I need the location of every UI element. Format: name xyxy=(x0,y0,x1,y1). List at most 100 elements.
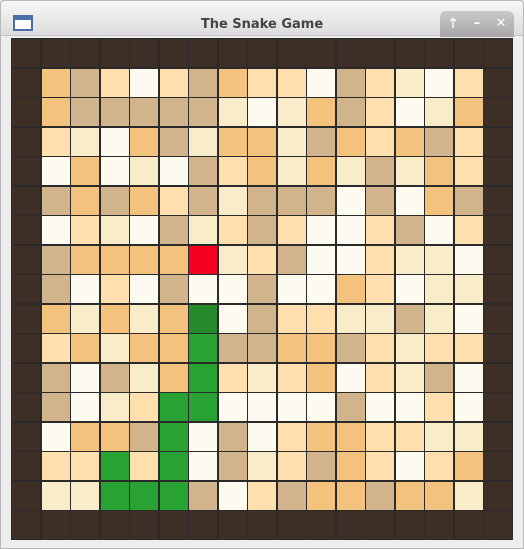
wall-cell xyxy=(394,510,425,541)
floor-cell xyxy=(247,97,278,128)
floor-cell xyxy=(158,126,189,157)
floor-cell xyxy=(394,362,425,393)
floor-cell xyxy=(188,480,219,511)
floor-cell xyxy=(70,185,101,216)
wall-cell xyxy=(483,97,514,128)
floor-cell xyxy=(158,362,189,393)
wall-cell xyxy=(483,156,514,187)
floor-cell xyxy=(394,156,425,187)
floor-cell xyxy=(217,362,248,393)
floor-cell xyxy=(40,97,71,128)
floor-cell xyxy=(158,303,189,334)
floor-cell xyxy=(365,126,396,157)
floor-cell xyxy=(276,67,307,98)
floor-cell xyxy=(217,215,248,246)
floor-cell xyxy=(70,451,101,482)
floor-cell xyxy=(424,156,455,187)
floor-cell xyxy=(247,333,278,364)
floor-cell xyxy=(335,451,366,482)
wall-cell xyxy=(99,38,130,69)
floor-cell xyxy=(188,126,219,157)
floor-cell xyxy=(365,303,396,334)
wall-cell xyxy=(483,67,514,98)
food-cell xyxy=(188,244,219,275)
floor-cell xyxy=(335,333,366,364)
floor-cell xyxy=(129,185,160,216)
floor-cell xyxy=(129,392,160,423)
floor-cell xyxy=(335,303,366,334)
title-bar[interactable]: The Snake Game 🡑 – ✕ xyxy=(1,1,523,37)
floor-cell xyxy=(365,244,396,275)
snake-head-cell xyxy=(188,303,219,334)
floor-cell xyxy=(247,156,278,187)
floor-cell xyxy=(70,480,101,511)
wall-cell xyxy=(483,480,514,511)
floor-cell xyxy=(217,421,248,452)
floor-cell xyxy=(40,185,71,216)
floor-cell xyxy=(70,156,101,187)
floor-cell xyxy=(99,156,130,187)
floor-cell xyxy=(276,97,307,128)
floor-cell xyxy=(129,274,160,305)
floor-cell xyxy=(424,244,455,275)
floor-cell xyxy=(306,362,337,393)
floor-cell xyxy=(217,244,248,275)
floor-cell xyxy=(40,362,71,393)
snake-body-cell xyxy=(158,392,189,423)
wall-cell xyxy=(483,510,514,541)
wall-cell xyxy=(483,244,514,275)
wall-cell xyxy=(453,38,484,69)
floor-cell xyxy=(188,97,219,128)
floor-cell xyxy=(365,421,396,452)
floor-cell xyxy=(335,244,366,275)
floor-cell xyxy=(335,156,366,187)
floor-cell xyxy=(424,215,455,246)
wall-cell xyxy=(483,274,514,305)
floor-cell xyxy=(217,274,248,305)
floor-cell xyxy=(424,333,455,364)
floor-cell xyxy=(365,215,396,246)
floor-cell xyxy=(129,67,160,98)
floor-cell xyxy=(335,362,366,393)
floor-cell xyxy=(217,480,248,511)
floor-cell xyxy=(424,274,455,305)
floor-cell xyxy=(99,333,130,364)
floor-cell xyxy=(247,126,278,157)
wall-cell xyxy=(483,185,514,216)
floor-cell xyxy=(70,392,101,423)
floor-cell xyxy=(40,333,71,364)
floor-cell xyxy=(40,480,71,511)
maximize-icon[interactable]: 🡑 xyxy=(442,13,464,35)
snake-body-cell xyxy=(158,480,189,511)
snake-body-cell xyxy=(188,392,219,423)
floor-cell xyxy=(365,156,396,187)
floor-cell xyxy=(306,97,337,128)
wall-cell xyxy=(11,274,42,305)
floor-cell xyxy=(129,362,160,393)
floor-cell xyxy=(70,333,101,364)
floor-cell xyxy=(424,480,455,511)
wall-cell xyxy=(483,392,514,423)
minimize-icon[interactable]: – xyxy=(466,13,488,35)
floor-cell xyxy=(70,303,101,334)
game-board[interactable] xyxy=(11,38,514,541)
floor-cell xyxy=(70,274,101,305)
wall-cell xyxy=(11,244,42,275)
close-icon[interactable]: ✕ xyxy=(490,13,512,35)
floor-cell xyxy=(335,274,366,305)
floor-cell xyxy=(158,244,189,275)
floor-cell xyxy=(394,303,425,334)
floor-cell xyxy=(217,97,248,128)
floor-cell xyxy=(453,244,484,275)
wall-cell xyxy=(11,185,42,216)
wall-cell xyxy=(335,38,366,69)
window-controls: 🡑 – ✕ xyxy=(440,11,514,37)
floor-cell xyxy=(335,97,366,128)
floor-cell xyxy=(247,244,278,275)
snake-body-cell xyxy=(188,362,219,393)
floor-cell xyxy=(365,480,396,511)
floor-cell xyxy=(247,451,278,482)
floor-cell xyxy=(306,67,337,98)
floor-cell xyxy=(158,156,189,187)
snake-body-cell xyxy=(158,421,189,452)
